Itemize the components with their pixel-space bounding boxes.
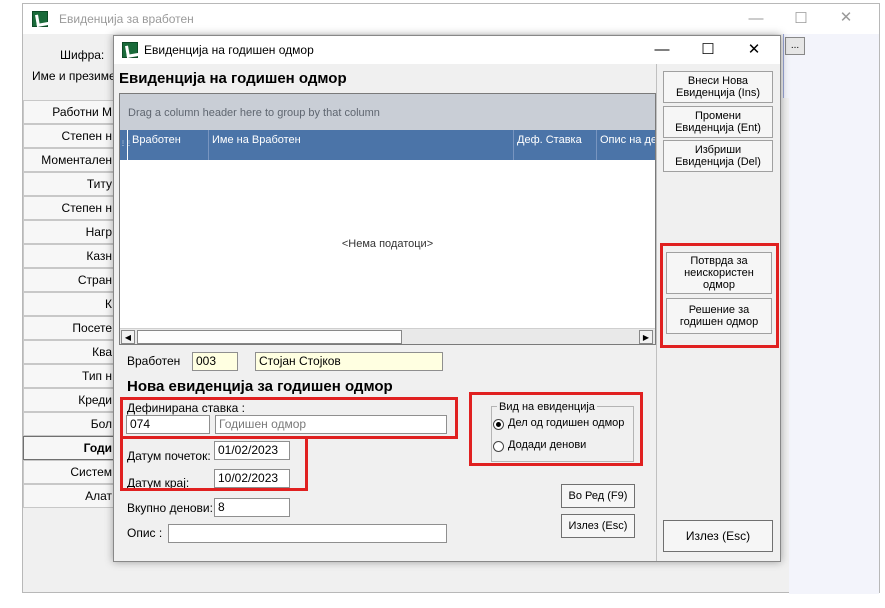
- delete-record-button[interactable]: Избриши Евиденција (Del): [663, 140, 773, 172]
- maximize-icon[interactable]: ☐: [786, 9, 816, 27]
- side-tab[interactable]: Алат: [23, 484, 117, 508]
- minimize-icon[interactable]: —: [741, 10, 771, 27]
- side-tab-active[interactable]: Годи: [23, 436, 117, 460]
- total-days-field[interactable]: 8: [214, 498, 290, 517]
- parent-side-tabs: Работни М Степен н Моментален Титу Степе…: [23, 100, 117, 520]
- side-tab[interactable]: Бол: [23, 412, 117, 436]
- parent-right-panel: [789, 98, 879, 594]
- side-tab[interactable]: Степен н: [23, 124, 117, 148]
- side-tab[interactable]: К: [23, 292, 117, 316]
- add-new-record-button[interactable]: Внеси Нова Евиденција (Ins): [663, 71, 773, 103]
- side-tab[interactable]: Креди: [23, 388, 117, 412]
- employee-name-field[interactable]: Стојан Стојков: [255, 352, 443, 371]
- grid-column-header: Вработен Име на Вработен Деф. Ставка Опи…: [120, 130, 655, 160]
- new-record-header: Нова евиденција за годишен одмор: [127, 378, 393, 395]
- vacation-dialog: Евиденција на годишен одмор — ☐ ✕ Евиден…: [113, 35, 781, 562]
- side-tab[interactable]: Нагр: [23, 220, 117, 244]
- parent-browse-button[interactable]: ...: [785, 37, 805, 55]
- column-header-description[interactable]: Опис на де: [597, 130, 655, 160]
- description-field[interactable]: [168, 524, 447, 543]
- grid-empty-message: <Нема податоци>: [341, 238, 434, 250]
- side-tab[interactable]: Казн: [23, 244, 117, 268]
- scroll-right-icon[interactable]: ▶: [639, 330, 653, 344]
- side-tab[interactable]: Посете: [23, 316, 117, 340]
- side-tab[interactable]: Стран: [23, 268, 117, 292]
- dialog-title-bar: Евиденција на годишен одмор — ☐ ✕: [114, 36, 780, 64]
- side-tab[interactable]: Ква: [23, 340, 117, 364]
- maximize-icon[interactable]: ☐: [688, 39, 728, 61]
- side-tab[interactable]: Систем: [23, 460, 117, 484]
- dialog-title: Евиденција на годишен одмор: [144, 43, 314, 57]
- parent-window-title: Евиденција за вработен: [59, 12, 194, 26]
- name-label: Име и презиме:: [32, 69, 119, 83]
- app-logo-icon: [122, 42, 138, 58]
- column-header-employee-name[interactable]: Име на Вработен: [209, 130, 514, 160]
- dialog-section-header: Евиденција на годишен одмор: [119, 70, 347, 87]
- column-header-defined-item[interactable]: Деф. Ставка: [514, 130, 597, 160]
- employee-code-field[interactable]: 003: [192, 352, 238, 371]
- side-tab[interactable]: Моментален: [23, 148, 117, 172]
- side-tab[interactable]: Работни М: [23, 100, 117, 124]
- column-header-employee[interactable]: Вработен: [129, 130, 209, 160]
- parent-title-bar: Евиденција за вработен — ☐ ✕: [23, 4, 879, 34]
- exit-right-button[interactable]: Излез (Esc): [663, 520, 773, 552]
- highlight-evidence-type: [469, 392, 643, 466]
- highlight-dates: [120, 436, 308, 491]
- group-by-panel[interactable]: Drag a column header here to group by th…: [120, 94, 655, 130]
- total-days-label: Вкупно денови:: [127, 501, 213, 515]
- close-icon[interactable]: ✕: [734, 39, 774, 61]
- close-icon[interactable]: ✕: [831, 8, 861, 26]
- minimize-icon[interactable]: —: [642, 39, 682, 61]
- ok-button[interactable]: Во Ред (F9): [561, 484, 635, 508]
- employee-label: Вработен: [127, 354, 181, 368]
- app-logo-icon: [32, 11, 48, 27]
- grid-horizontal-scrollbar[interactable]: ◀ ▶: [120, 328, 655, 344]
- scroll-left-icon[interactable]: ◀: [121, 330, 135, 344]
- side-tab[interactable]: Степен н: [23, 196, 117, 220]
- scrollbar-thumb[interactable]: [137, 330, 402, 344]
- exit-button[interactable]: Излез (Esc): [561, 514, 635, 538]
- side-tab[interactable]: Титу: [23, 172, 117, 196]
- highlight-report-buttons: [660, 243, 779, 348]
- edit-record-button[interactable]: Промени Евиденција (Ent): [663, 106, 773, 138]
- highlight-defined-item: [120, 397, 458, 439]
- grid-column-chooser-icon[interactable]: [120, 130, 132, 160]
- records-grid[interactable]: Drag a column header here to group by th…: [119, 93, 656, 345]
- description-label: Опис :: [127, 526, 163, 540]
- side-tab[interactable]: Тип н: [23, 364, 117, 388]
- shifra-label: Шифра:: [60, 48, 105, 62]
